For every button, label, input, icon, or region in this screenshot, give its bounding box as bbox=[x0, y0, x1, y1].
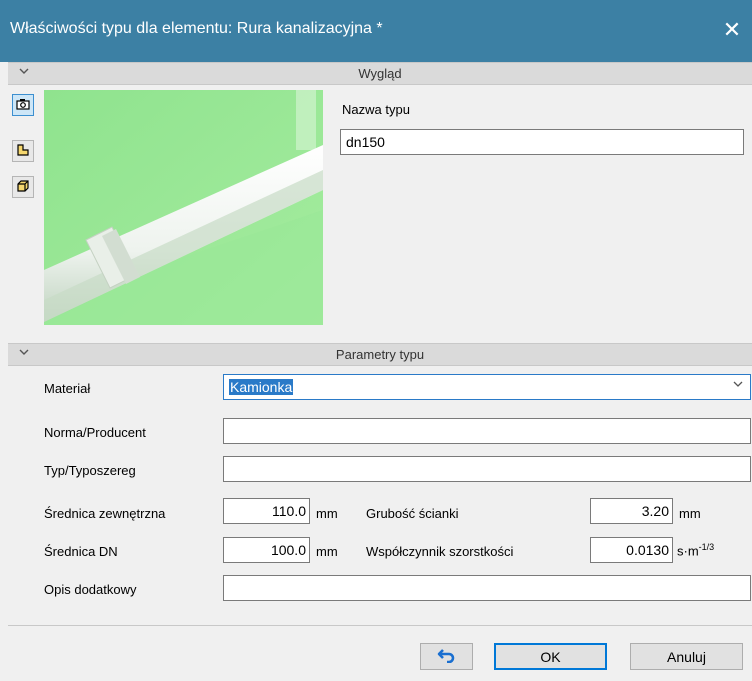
material-select[interactable]: Kamionka bbox=[223, 374, 751, 400]
params-section-header[interactable]: Parametry typu bbox=[8, 343, 752, 366]
roughness-label: Współczynnik szorstkości bbox=[366, 544, 514, 559]
roughness-input[interactable]: 0.0130 bbox=[590, 537, 673, 563]
wall-thickness-unit: mm bbox=[679, 506, 701, 521]
norm-label: Norma/Producent bbox=[44, 425, 146, 440]
params-section-title: Parametry typu bbox=[335, 347, 425, 362]
title-bar: Właściwości typu dla elementu: Rura kana… bbox=[0, 0, 752, 62]
dn-label: Średnica DN bbox=[44, 544, 118, 559]
cancel-button[interactable]: Anuluj bbox=[630, 643, 743, 670]
wall-thickness-label: Grubość ścianki bbox=[366, 506, 459, 521]
type-name-input[interactable]: dn150 bbox=[340, 129, 744, 155]
close-icon: ✕ bbox=[722, 17, 742, 42]
norm-input[interactable] bbox=[223, 418, 751, 444]
camera-view-button[interactable] bbox=[12, 94, 34, 116]
front-view-button[interactable] bbox=[12, 140, 34, 162]
pipe-preview-image bbox=[44, 90, 323, 325]
description-label: Opis dodatkowy bbox=[44, 582, 137, 597]
material-selected-value: Kamionka bbox=[229, 379, 294, 395]
outer-diameter-input[interactable]: 110.0 bbox=[223, 498, 310, 524]
outer-diameter-label: Średnica zewnętrzna bbox=[44, 506, 166, 521]
footer-divider bbox=[8, 625, 752, 626]
window-title: Właściwości typu dla elementu: Rura kana… bbox=[10, 20, 383, 37]
wall-thickness-input[interactable]: 3.20 bbox=[590, 498, 673, 524]
series-label: Typ/Typoszereg bbox=[44, 463, 136, 478]
undo-button[interactable] bbox=[420, 643, 473, 670]
roughness-unit: s·m-1/3 bbox=[677, 542, 715, 559]
undo-icon bbox=[437, 647, 457, 666]
series-input[interactable] bbox=[223, 456, 751, 482]
ok-button[interactable]: OK bbox=[494, 643, 607, 670]
close-button[interactable]: ✕ bbox=[712, 12, 752, 48]
dn-input[interactable]: 100.0 bbox=[223, 537, 310, 563]
description-input[interactable] bbox=[223, 575, 751, 601]
material-label: Materiał bbox=[44, 381, 91, 396]
appearance-section-title: Wygląd bbox=[358, 66, 402, 81]
3d-view-icon bbox=[16, 179, 30, 196]
type-name-label: Nazwa typu bbox=[342, 102, 410, 117]
3d-view-button[interactable] bbox=[12, 176, 34, 198]
camera-icon bbox=[16, 97, 30, 114]
appearance-section-header[interactable]: Wygląd bbox=[8, 62, 752, 85]
dn-unit: mm bbox=[316, 544, 338, 559]
outer-diameter-unit: mm bbox=[316, 506, 338, 521]
front-view-icon bbox=[16, 143, 30, 160]
chevron-down-icon[interactable] bbox=[732, 378, 744, 393]
